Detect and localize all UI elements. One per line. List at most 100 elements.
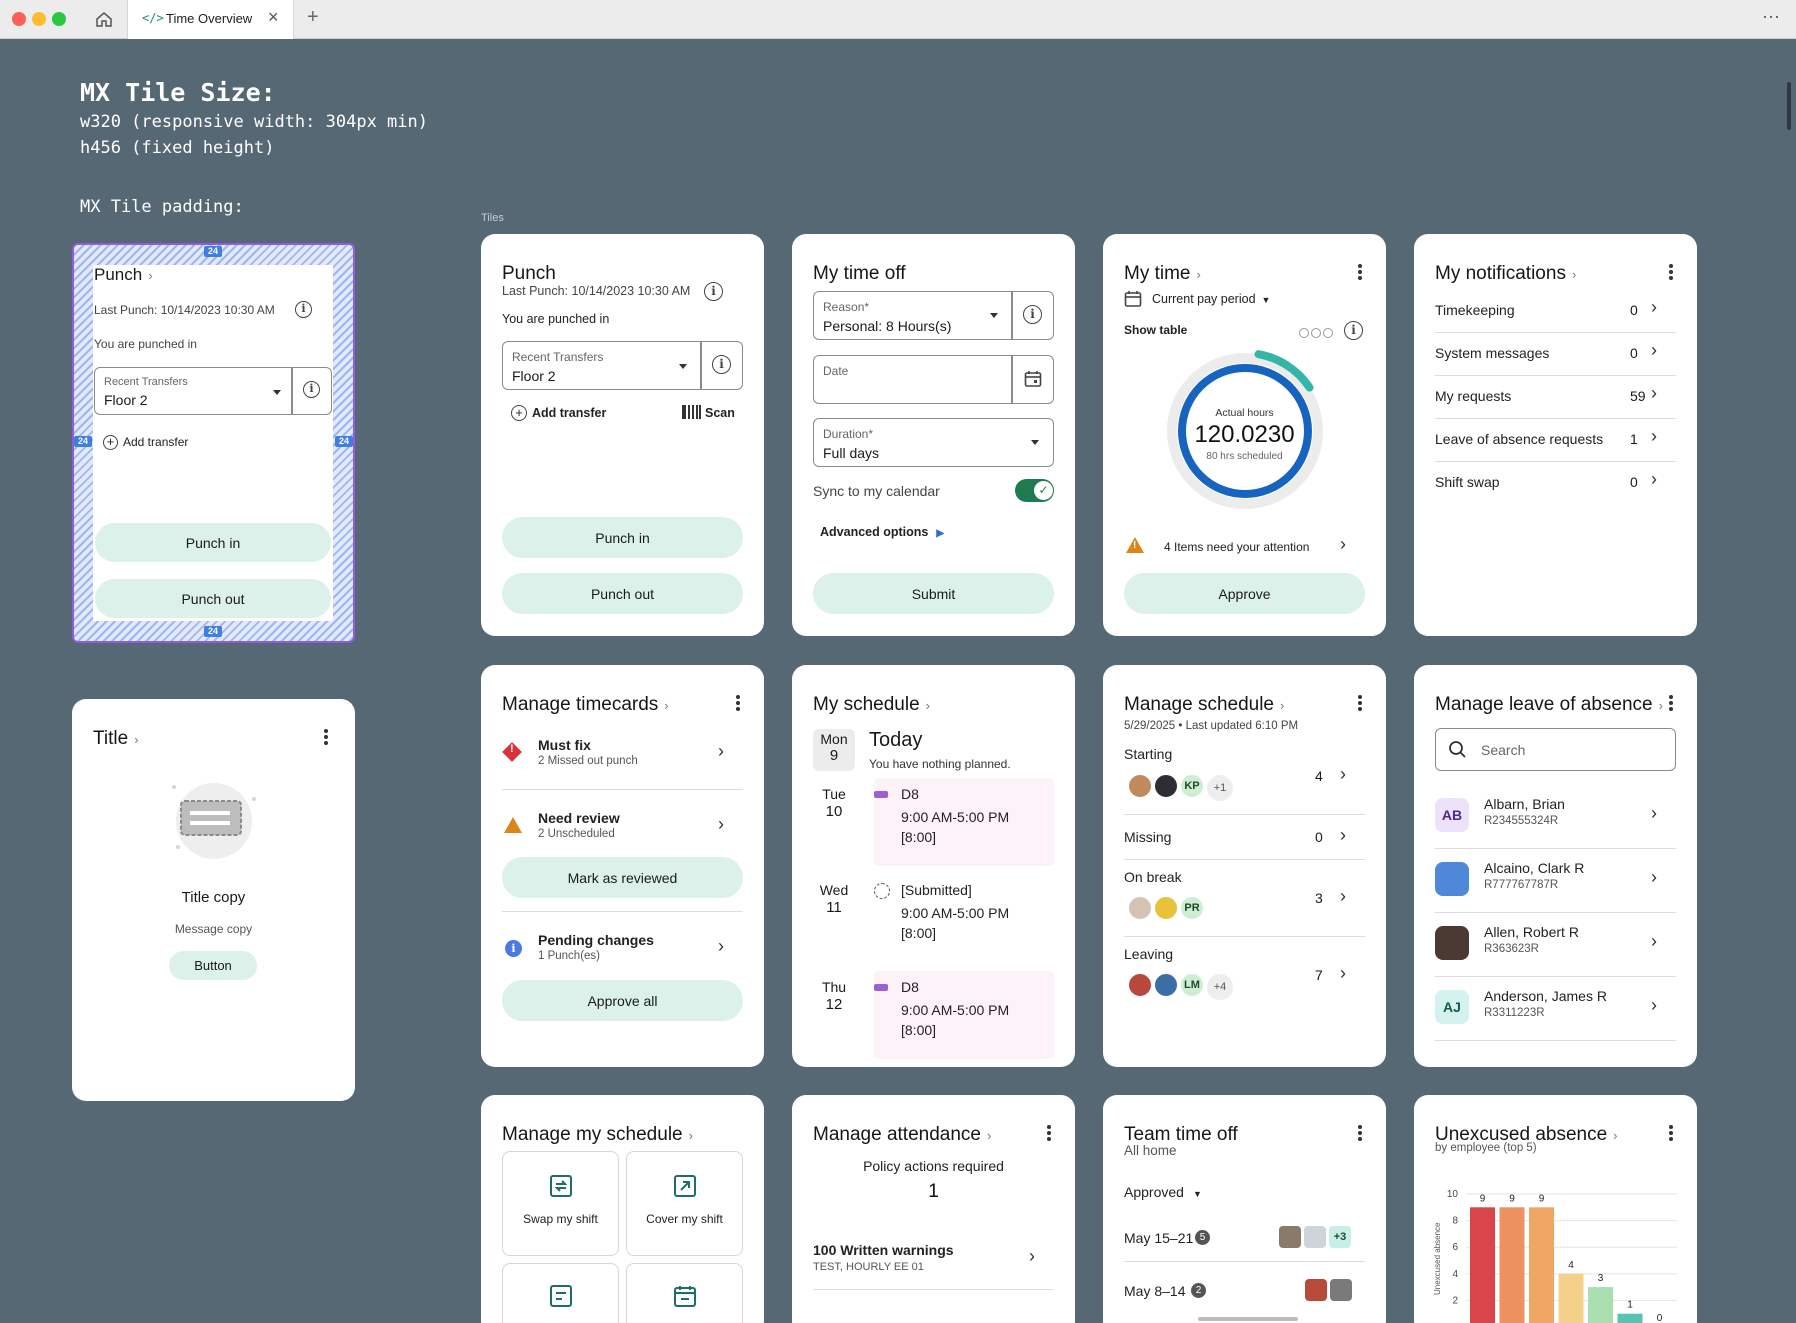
close-tab-icon[interactable]: ×: [268, 7, 279, 28]
add-transfer-link[interactable]: + Add transfer: [103, 435, 188, 450]
notification-count: 1: [1630, 431, 1638, 447]
recent-transfers-select[interactable]: Recent Transfers Floor 2 i: [94, 367, 332, 415]
time-off-row[interactable]: May 8–14 2: [1124, 1277, 1365, 1321]
shift-event[interactable]: D8 9:00 AM-5:00 PM [8:00]: [874, 971, 1054, 1059]
info-icon[interactable]: i: [712, 355, 731, 374]
approved-filter[interactable]: Approved ▼: [1124, 1184, 1202, 1200]
tab-time-overview[interactable]: </> Time Overview ×: [127, 0, 294, 39]
more-vertical-icon[interactable]: [1047, 1125, 1051, 1141]
add-transfer-link[interactable]: + Add transfer: [511, 405, 606, 421]
date-field[interactable]: Date: [813, 355, 1054, 404]
info-icon[interactable]: i: [704, 282, 723, 301]
chevron-right-icon[interactable]: ›: [718, 814, 724, 835]
info-icon[interactable]: i: [1023, 305, 1042, 324]
submit-button[interactable]: Submit: [813, 573, 1054, 614]
tile-title[interactable]: Manage my schedule ›: [502, 1124, 693, 1146]
advanced-options-link[interactable]: Advanced options ▶: [820, 525, 944, 539]
employee-row[interactable]: AJ Anderson, James R R3311223R ›: [1435, 978, 1676, 1041]
schedule-subtitle: 5/29/2025 • Last updated 6:10 PM: [1124, 720, 1299, 732]
punch-out-button[interactable]: Punch out: [95, 579, 331, 618]
view-toggle-dots[interactable]: [1299, 325, 1333, 343]
chevron-right-icon[interactable]: ›: [1340, 764, 1346, 785]
bar[interactable]: [1529, 1207, 1554, 1323]
notification-row[interactable]: Timekeeping 0 ›: [1435, 291, 1676, 333]
tile-title[interactable]: My time ›: [1124, 263, 1201, 285]
close-window-button[interactable]: [12, 12, 26, 26]
shift-event[interactable]: [Submitted] 9:00 AM-5:00 PM [8:00]: [874, 874, 1054, 962]
more-vertical-icon[interactable]: [1358, 695, 1362, 711]
info-icon[interactable]: i: [1344, 321, 1363, 340]
chevron-right-icon[interactable]: ›: [1340, 825, 1346, 846]
schedule-action-card[interactable]: [626, 1263, 743, 1323]
employee-row[interactable]: Allen, Robert R R363623R ›: [1435, 914, 1676, 977]
scrollbar-thumb[interactable]: [1787, 82, 1791, 130]
mark-reviewed-button[interactable]: Mark as reviewed: [502, 857, 743, 898]
schedule-day[interactable]: Thu 12 D8 9:00 AM-5:00 PM [8:00]: [792, 971, 1075, 1067]
approve-all-button[interactable]: Approve all: [502, 980, 743, 1021]
tile-title[interactable]: Punch ›: [94, 265, 153, 285]
notification-row[interactable]: System messages 0 ›: [1435, 334, 1676, 376]
notification-row[interactable]: My requests 59 ›: [1435, 377, 1676, 419]
chevron-right-icon[interactable]: ›: [1340, 534, 1346, 555]
bar[interactable]: [1617, 1313, 1643, 1323]
schedule-day[interactable]: Wed 11 [Submitted] 9:00 AM-5:00 PM [8:00]: [792, 874, 1075, 972]
time-off-row[interactable]: May 15–21 5 +3: [1124, 1224, 1365, 1268]
schedule-day[interactable]: Tue 10 D8 9:00 AM-5:00 PM [8:00]: [792, 778, 1075, 876]
chevron-right-icon[interactable]: ›: [718, 741, 724, 762]
notification-row[interactable]: Leave of absence requests 1 ›: [1435, 420, 1676, 462]
cover-shift-card[interactable]: Cover my shift: [626, 1151, 743, 1256]
bar[interactable]: [1558, 1273, 1584, 1323]
spec-padding-label: MX Tile padding:: [80, 197, 244, 217]
tile-title[interactable]: Manage schedule ›: [1124, 694, 1284, 716]
bar[interactable]: [1470, 1207, 1495, 1323]
employee-row[interactable]: AB Albarn, Brian R234555324R ›: [1435, 786, 1676, 849]
pay-period-select[interactable]: Current pay period ▼: [1152, 292, 1270, 306]
more-vertical-icon[interactable]: [1669, 695, 1673, 711]
reason-select[interactable]: Reason* Personal: 8 Hours(s) i: [813, 291, 1054, 340]
tile-title[interactable]: Manage attendance ›: [813, 1124, 991, 1146]
new-tab-icon[interactable]: +: [307, 6, 319, 29]
more-vertical-icon[interactable]: [736, 695, 740, 711]
info-icon[interactable]: i: [303, 381, 320, 398]
punch-in-button[interactable]: Punch in: [95, 523, 331, 562]
tile-title[interactable]: Title ›: [93, 728, 139, 750]
notification-row[interactable]: Shift swap 0 ›: [1435, 463, 1676, 505]
search-input[interactable]: Search: [1435, 728, 1676, 771]
approve-button[interactable]: Approve: [1124, 573, 1365, 614]
show-table-link[interactable]: Show table: [1124, 323, 1187, 337]
calendar-icon[interactable]: [1024, 370, 1042, 388]
shift-event[interactable]: D8 9:00 AM-5:00 PM [8:00]: [874, 778, 1054, 866]
chevron-right-icon[interactable]: ›: [718, 936, 724, 957]
info-icon[interactable]: i: [295, 301, 312, 318]
punch-out-button[interactable]: Punch out: [502, 573, 743, 614]
chevron-right-icon[interactable]: ›: [1340, 963, 1346, 984]
horizontal-scrollbar[interactable]: [1198, 1317, 1298, 1321]
tile-title[interactable]: Manage leave of absence ›: [1435, 694, 1663, 716]
punch-in-button[interactable]: Punch in: [502, 517, 743, 558]
more-icon[interactable]: ···: [1762, 6, 1780, 27]
swap-shift-card[interactable]: Swap my shift: [502, 1151, 619, 1256]
employee-row[interactable]: Alcaino, Clark R R777767787R ›: [1435, 850, 1676, 913]
more-vertical-icon[interactable]: [1358, 1125, 1362, 1141]
bar[interactable]: [1588, 1287, 1613, 1323]
bar[interactable]: [1499, 1207, 1525, 1323]
maximize-window-button[interactable]: [52, 12, 66, 26]
home-icon[interactable]: [95, 11, 113, 28]
more-vertical-icon[interactable]: [1669, 264, 1673, 280]
schedule-action-card[interactable]: [502, 1263, 619, 1323]
chevron-right-icon: ›: [1651, 995, 1657, 1015]
tile-title[interactable]: Manage timecards ›: [502, 694, 669, 716]
chevron-right-icon[interactable]: ›: [1340, 886, 1346, 907]
scan-button[interactable]: Scan: [682, 405, 735, 420]
minimize-window-button[interactable]: [32, 12, 46, 26]
recent-transfers-select[interactable]: Recent Transfers Floor 2 i: [502, 341, 743, 390]
attention-link[interactable]: 4 Items need your attention: [1164, 540, 1309, 554]
tile-title[interactable]: My notifications ›: [1435, 263, 1576, 285]
more-vertical-icon[interactable]: [324, 729, 328, 745]
tile-title[interactable]: My schedule ›: [813, 694, 930, 716]
sync-toggle[interactable]: ✓: [1015, 479, 1054, 502]
empty-action-button[interactable]: Button: [169, 951, 257, 980]
chevron-right-icon[interactable]: ›: [1029, 1246, 1035, 1267]
duration-select[interactable]: Duration* Full days: [813, 418, 1054, 467]
more-vertical-icon[interactable]: [1358, 264, 1362, 280]
